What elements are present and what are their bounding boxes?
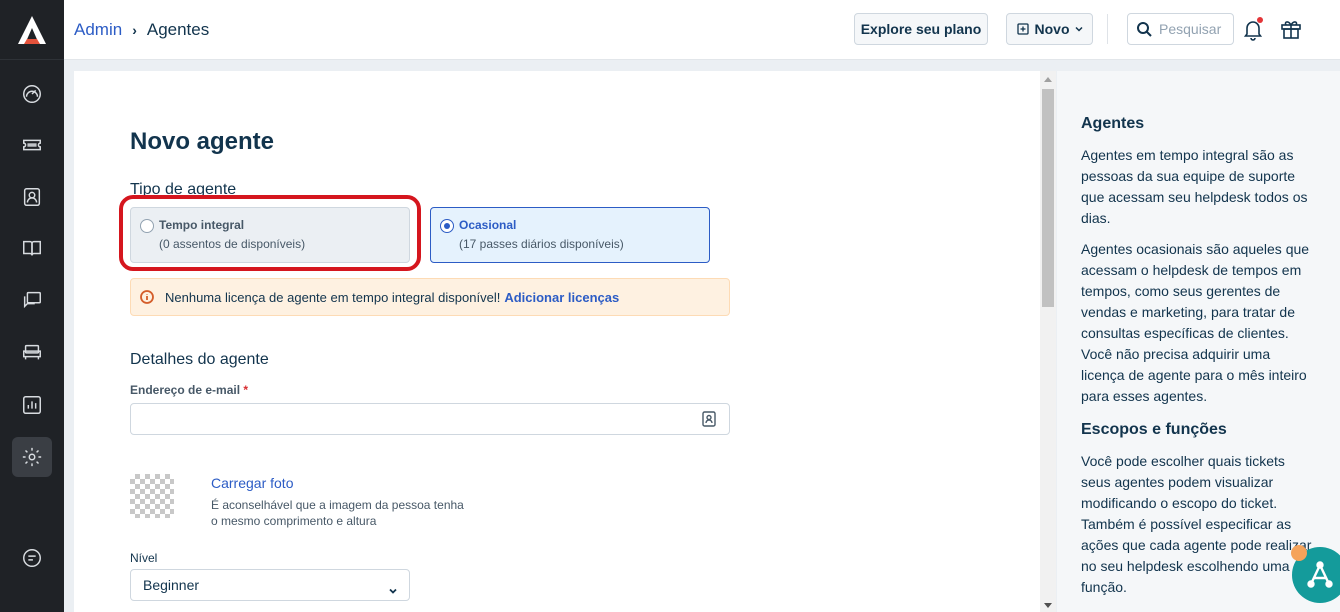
assistant-badge-dot <box>1291 545 1307 561</box>
add-licenses-link[interactable]: Adicionar licenças <box>504 290 619 305</box>
note-icon <box>23 549 41 567</box>
explore-plan-button[interactable]: Explore seu plano <box>854 13 988 45</box>
notification-dot <box>1257 17 1263 23</box>
help-paragraph-occasional: Agentes ocasionais são aqueles que acess… <box>1081 241 1310 404</box>
ticket-icon <box>23 139 41 151</box>
contact-card-icon[interactable] <box>702 411 716 427</box>
assistant-icon <box>1307 561 1333 588</box>
gift-button[interactable] <box>1279 17 1303 41</box>
sidebar-item-notes[interactable] <box>12 538 52 578</box>
agent-details-title: Detalhes do agente <box>130 351 269 368</box>
plus-square-icon <box>1016 23 1029 35</box>
chevron-right-icon: › <box>132 22 137 38</box>
scroll-up-arrow[interactable] <box>1044 77 1052 82</box>
page-title: Novo agente <box>130 128 275 155</box>
license-alert: Nenhuma licença de agente em tempo integ… <box>130 278 730 316</box>
chat-icon <box>23 291 41 309</box>
level-value: Beginner <box>143 577 200 593</box>
email-label-text: Endereço de e-mail <box>130 383 241 397</box>
sidebar-item-assets[interactable] <box>12 332 52 372</box>
logo-icon <box>18 15 46 44</box>
sidebar-item-reports[interactable] <box>12 385 52 425</box>
sidebar-item-knowledge-base[interactable] <box>12 228 52 268</box>
search-icon <box>1137 22 1152 37</box>
chevron-down-icon <box>1074 26 1083 32</box>
header-divider <box>1107 14 1108 44</box>
upload-hint: É aconselhável que a imagem da pessoa te… <box>211 498 464 528</box>
search-input[interactable]: Pesquisar <box>1127 13 1234 45</box>
occasional-subtitle: (17 passes diários disponíveis) <box>459 237 624 251</box>
gift-icon <box>1281 21 1301 39</box>
app-logo[interactable] <box>0 0 64 60</box>
sidebar-item-conversations[interactable] <box>12 280 52 320</box>
option-occasional[interactable]: Ocasional (17 passes diários disponíveis… <box>430 207 710 263</box>
breadcrumb: Admin › Agentes <box>74 0 209 60</box>
help-paragraph-scopes: Você pode escolher quais tickets seus ag… <box>1081 453 1312 595</box>
help-title-agents: Agentes <box>1081 115 1145 132</box>
top-header: Admin › Agentes Explore seu plano Novo P… <box>64 0 1340 60</box>
upload-photo-link[interactable]: Carregar foto <box>211 475 293 491</box>
email-label: Endereço de e-mail * <box>130 383 248 397</box>
book-icon <box>23 240 41 256</box>
breadcrumb-current: Agentes <box>146 20 210 39</box>
email-field[interactable] <box>130 403 730 435</box>
sidebar-item-tickets[interactable] <box>12 125 52 165</box>
gauge-icon <box>23 85 41 103</box>
sidebar-item-dashboard[interactable] <box>12 74 52 114</box>
help-panel: Agentes Agentes em tempo integral são as… <box>1057 71 1340 612</box>
chevron-down-icon <box>389 582 397 594</box>
new-button[interactable]: Novo <box>1006 13 1093 45</box>
scroll-down-arrow[interactable] <box>1044 603 1052 608</box>
help-paragraph-full-time: Agentes em tempo integral são as pessoas… <box>1081 147 1308 226</box>
agent-form-panel: Novo agente Tipo de agente Tempo integra… <box>74 71 1040 612</box>
info-circle-icon <box>140 290 154 304</box>
required-marker: * <box>243 383 249 397</box>
help-title-scopes: Escopos e funções <box>1081 421 1227 438</box>
new-button-label: Novo <box>1034 21 1070 37</box>
chart-icon <box>23 396 41 414</box>
occasional-radio[interactable] <box>440 219 454 233</box>
occasional-title: Ocasional <box>459 218 517 232</box>
notifications-button[interactable] <box>1241 17 1265 41</box>
sidebar <box>0 0 64 612</box>
breadcrumb-admin-link[interactable]: Admin <box>74 20 122 40</box>
sidebar-item-contacts[interactable] <box>12 177 52 217</box>
main-scrollbar[interactable] <box>1040 71 1056 612</box>
contact-icon <box>23 188 41 206</box>
level-select[interactable]: Beginner <box>130 569 410 601</box>
gear-icon <box>22 447 42 467</box>
highlight-annotation <box>119 195 421 271</box>
search-placeholder: Pesquisar <box>1159 21 1222 37</box>
alert-text: Nenhuma licença de agente em tempo integ… <box>165 289 501 305</box>
level-label: Nível <box>130 551 158 565</box>
scroll-thumb[interactable] <box>1042 89 1054 307</box>
sidebar-item-admin[interactable] <box>12 437 52 477</box>
sofa-icon <box>23 344 41 360</box>
avatar-placeholder <box>130 474 174 518</box>
